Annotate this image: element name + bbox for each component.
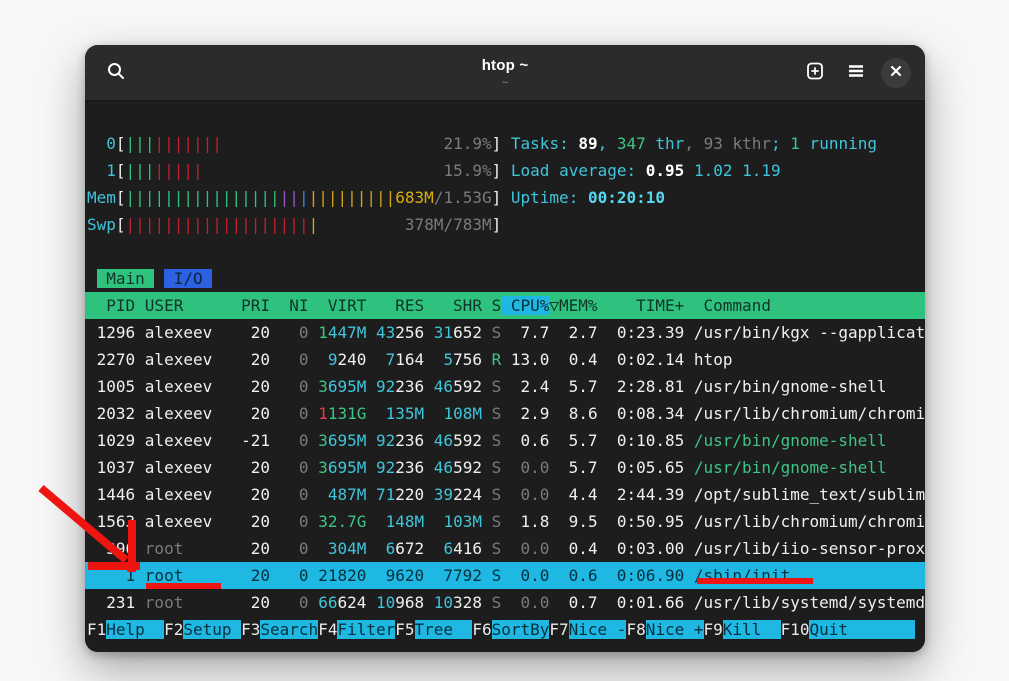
fn-key-f2[interactable]: F2 bbox=[164, 620, 183, 639]
new-tab-button[interactable] bbox=[801, 58, 831, 88]
fn-key-f3[interactable]: F3 bbox=[241, 620, 260, 639]
blank-line bbox=[85, 238, 925, 265]
fn-search[interactable]: Search bbox=[260, 620, 318, 639]
meter-cpu1: 1[|||||||| 15.9%] Load average: 0.95 1.0… bbox=[85, 157, 925, 184]
fn-kill[interactable]: Kill bbox=[723, 620, 781, 639]
titlebar[interactable]: htop ~ ~ bbox=[85, 45, 925, 101]
fn-key-f9[interactable]: F9 bbox=[704, 620, 723, 639]
close-button[interactable] bbox=[881, 58, 911, 88]
fn-quit[interactable]: Quit bbox=[809, 620, 915, 639]
fn-key-f5[interactable]: F5 bbox=[395, 620, 414, 639]
hamburger-menu-icon bbox=[846, 61, 866, 86]
fn-key-f6[interactable]: F6 bbox=[472, 620, 491, 639]
process-row-231[interactable]: 231 root 20 0 66624 10968 10328 S 0.0 0.… bbox=[85, 589, 925, 616]
menu-button[interactable] bbox=[841, 58, 871, 88]
close-icon bbox=[889, 64, 903, 83]
window-subtitle: ~ bbox=[85, 78, 925, 89]
window-title: htop ~ bbox=[85, 58, 925, 73]
process-row-1296[interactable]: 1296 alexeev 20 0 1447M 43256 31652 S 7.… bbox=[85, 319, 925, 346]
fn-key-f1[interactable]: F1 bbox=[87, 620, 106, 639]
fn-nice-plus[interactable]: Nice + bbox=[646, 620, 704, 639]
process-row-1005[interactable]: 1005 alexeev 20 0 3695M 92236 46592 S 2.… bbox=[85, 373, 925, 400]
fn-setup[interactable]: Setup bbox=[183, 620, 241, 639]
meter-mem: Mem[||||||||||||||||||||||||||||683M/1.5… bbox=[85, 184, 925, 211]
column-header-cpu[interactable]: CPU% bbox=[501, 296, 549, 315]
terminal-screen[interactable]: 0[|||||||||| 21.9%] Tasks: 89, 347 thr, … bbox=[85, 101, 925, 652]
tab-io[interactable]: I/O bbox=[164, 269, 212, 288]
function-key-bar[interactable]: F1Help F2Setup F3SearchF4FilterF5Tree F6… bbox=[85, 616, 925, 643]
process-row-1-selected[interactable]: 1 root 20 0 21820 9620 7792 S 0.0 0.6 0:… bbox=[85, 562, 925, 589]
process-row-2032[interactable]: 2032 alexeev 20 0 1131G 135M 108M S 2.9 … bbox=[85, 400, 925, 427]
search-button[interactable] bbox=[101, 58, 131, 88]
table-header[interactable]: PID USER PRI NI VIRT RES SHR S CPU%▽MEM%… bbox=[85, 292, 925, 319]
window-title-area: htop ~ ~ bbox=[85, 56, 925, 89]
process-row-1037[interactable]: 1037 alexeev 20 0 3695M 92236 46592 S 0.… bbox=[85, 454, 925, 481]
process-row-2270[interactable]: 2270 alexeev 20 0 9240 7164 5756 R 13.0 … bbox=[85, 346, 925, 373]
search-icon bbox=[106, 61, 126, 86]
tab-bar[interactable]: Main I/O bbox=[85, 265, 925, 292]
process-row-396[interactable]: 396 root 20 0 304M 6672 6416 S 0.0 0.4 0… bbox=[85, 535, 925, 562]
fn-key-f7[interactable]: F7 bbox=[549, 620, 568, 639]
console-window: htop ~ ~ bbox=[85, 45, 925, 652]
fn-filter[interactable]: Filter bbox=[337, 620, 395, 639]
fn-key-f4[interactable]: F4 bbox=[318, 620, 337, 639]
fn-tree[interactable]: Tree bbox=[415, 620, 473, 639]
fn-key-f10[interactable]: F10 bbox=[781, 620, 810, 639]
fn-key-f8[interactable]: F8 bbox=[626, 620, 645, 639]
process-row-1029[interactable]: 1029 alexeev -21 0 3695M 92236 46592 S 0… bbox=[85, 427, 925, 454]
fn-help[interactable]: Help bbox=[106, 620, 164, 639]
process-row-1563[interactable]: 1563 alexeev 20 0 32.7G 148M 103M S 1.8 … bbox=[85, 508, 925, 535]
fn-nice-minus[interactable]: Nice - bbox=[569, 620, 627, 639]
tab-main[interactable]: Main bbox=[97, 269, 155, 288]
new-tab-icon bbox=[806, 61, 826, 86]
desktop: { "window": { "title": "htop ~", "subtit… bbox=[0, 0, 1009, 681]
meter-swap: Swp[|||||||||||||||||||| 378M/783M] bbox=[85, 211, 925, 238]
process-row-1446[interactable]: 1446 alexeev 20 0 487M 71220 39224 S 0.0… bbox=[85, 481, 925, 508]
fn-sortby[interactable]: SortBy bbox=[492, 620, 550, 639]
meter-cpu0: 0[|||||||||| 21.9%] Tasks: 89, 347 thr, … bbox=[85, 130, 925, 157]
